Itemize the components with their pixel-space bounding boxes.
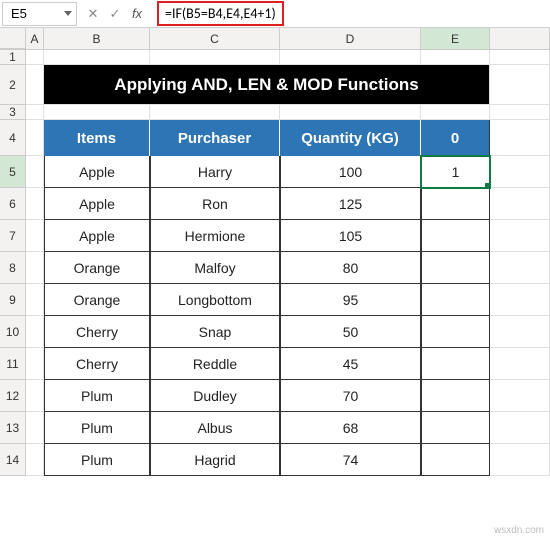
item-cell[interactable]: Apple — [44, 220, 150, 252]
result-cell[interactable] — [421, 188, 490, 220]
row-header[interactable]: 1 — [0, 50, 26, 65]
qty-cell[interactable]: 45 — [280, 348, 421, 380]
result-cell[interactable] — [421, 348, 490, 380]
qty-cell[interactable]: 80 — [280, 252, 421, 284]
row-header[interactable]: 7 — [0, 220, 26, 252]
row-header[interactable]: 4 — [0, 120, 26, 156]
th-quantity[interactable]: Quantity (KG) — [280, 120, 421, 156]
grid: A B C D E 1 2 Applying AND, LEN & MOD Fu… — [0, 28, 550, 476]
purchaser-cell[interactable]: Reddle — [150, 348, 280, 380]
qty-cell[interactable]: 100 — [280, 156, 421, 188]
item-cell[interactable]: Plum — [44, 380, 150, 412]
row-header[interactable]: 5 — [0, 156, 26, 188]
qty-cell[interactable]: 50 — [280, 316, 421, 348]
table-row: 14 Plum Hagrid 74 — [0, 444, 550, 476]
qty-cell[interactable]: 68 — [280, 412, 421, 444]
item-cell[interactable]: Apple — [44, 188, 150, 220]
th-items[interactable]: Items — [44, 120, 150, 156]
select-all-corner[interactable] — [0, 28, 26, 49]
table-row: 8 Orange Malfoy 80 — [0, 252, 550, 284]
row-4: 4 Items Purchaser Quantity (KG) 0 — [0, 120, 550, 156]
col-header-b[interactable]: B — [44, 28, 150, 49]
cell-ref: E5 — [11, 6, 27, 21]
row-header[interactable]: 14 — [0, 444, 26, 476]
confirm-icon[interactable]: ✓ — [107, 6, 123, 22]
name-box[interactable]: E5 — [2, 2, 77, 26]
row-header[interactable]: 11 — [0, 348, 26, 380]
table-row: 5 Apple Harry 100 1 — [0, 156, 550, 188]
cancel-icon[interactable]: ✕ — [85, 6, 101, 22]
result-cell[interactable] — [421, 412, 490, 444]
formula-bar: E5 ✕ ✓ fx =IF(B5=B4,E4,E4+1) — [0, 0, 550, 28]
item-cell[interactable]: Apple — [44, 156, 150, 188]
row-header[interactable]: 10 — [0, 316, 26, 348]
purchaser-cell[interactable]: Hagrid — [150, 444, 280, 476]
th-e[interactable]: 0 — [421, 120, 490, 156]
row-1: 1 — [0, 50, 550, 65]
result-cell[interactable] — [421, 380, 490, 412]
result-cell[interactable] — [421, 220, 490, 252]
purchaser-cell[interactable]: Snap — [150, 316, 280, 348]
table-row: 6 Apple Ron 125 — [0, 188, 550, 220]
row-header[interactable]: 13 — [0, 412, 26, 444]
purchaser-cell[interactable]: Dudley — [150, 380, 280, 412]
item-cell[interactable]: Cherry — [44, 316, 150, 348]
result-cell[interactable]: 1 — [421, 156, 490, 188]
item-cell[interactable]: Plum — [44, 412, 150, 444]
watermark: wsxdn.com — [494, 525, 544, 536]
qty-cell[interactable]: 74 — [280, 444, 421, 476]
qty-cell[interactable]: 70 — [280, 380, 421, 412]
column-headers: A B C D E — [0, 28, 550, 50]
col-header-e[interactable]: E — [421, 28, 490, 49]
table-row: 9 Orange Longbottom 95 — [0, 284, 550, 316]
fx-icon[interactable]: fx — [129, 6, 145, 21]
purchaser-cell[interactable]: Albus — [150, 412, 280, 444]
table-row: 13 Plum Albus 68 — [0, 412, 550, 444]
qty-cell[interactable]: 105 — [280, 220, 421, 252]
item-cell[interactable]: Plum — [44, 444, 150, 476]
purchaser-cell[interactable]: Ron — [150, 188, 280, 220]
result-cell[interactable] — [421, 444, 490, 476]
col-header-blank[interactable] — [490, 28, 550, 49]
row-header[interactable]: 12 — [0, 380, 26, 412]
row-header[interactable]: 2 — [0, 65, 26, 105]
item-cell[interactable]: Cherry — [44, 348, 150, 380]
item-cell[interactable]: Orange — [44, 284, 150, 316]
purchaser-cell[interactable]: Harry — [150, 156, 280, 188]
col-header-c[interactable]: C — [150, 28, 280, 49]
row-2: 2 Applying AND, LEN & MOD Functions — [0, 65, 550, 105]
purchaser-cell[interactable]: Hermione — [150, 220, 280, 252]
qty-cell[interactable]: 95 — [280, 284, 421, 316]
row-header[interactable]: 6 — [0, 188, 26, 220]
title-cell[interactable]: Applying AND, LEN & MOD Functions — [44, 65, 490, 105]
purchaser-cell[interactable]: Longbottom — [150, 284, 280, 316]
qty-cell[interactable]: 125 — [280, 188, 421, 220]
result-cell[interactable] — [421, 316, 490, 348]
purchaser-cell[interactable]: Malfoy — [150, 252, 280, 284]
result-cell[interactable] — [421, 252, 490, 284]
row-3: 3 — [0, 105, 550, 120]
formula-input[interactable]: =IF(B5=B4,E4,E4+1) — [157, 1, 284, 26]
row-header[interactable]: 9 — [0, 284, 26, 316]
th-purchaser[interactable]: Purchaser — [150, 120, 280, 156]
table-row: 12 Plum Dudley 70 — [0, 380, 550, 412]
chevron-down-icon[interactable] — [64, 11, 72, 16]
table-row: 10 Cherry Snap 50 — [0, 316, 550, 348]
item-cell[interactable]: Orange — [44, 252, 150, 284]
col-header-d[interactable]: D — [280, 28, 421, 49]
row-header[interactable]: 3 — [0, 105, 26, 120]
col-header-a[interactable]: A — [26, 28, 44, 49]
table-row: 11 Cherry Reddle 45 — [0, 348, 550, 380]
result-cell[interactable] — [421, 284, 490, 316]
row-header[interactable]: 8 — [0, 252, 26, 284]
table-row: 7 Apple Hermione 105 — [0, 220, 550, 252]
